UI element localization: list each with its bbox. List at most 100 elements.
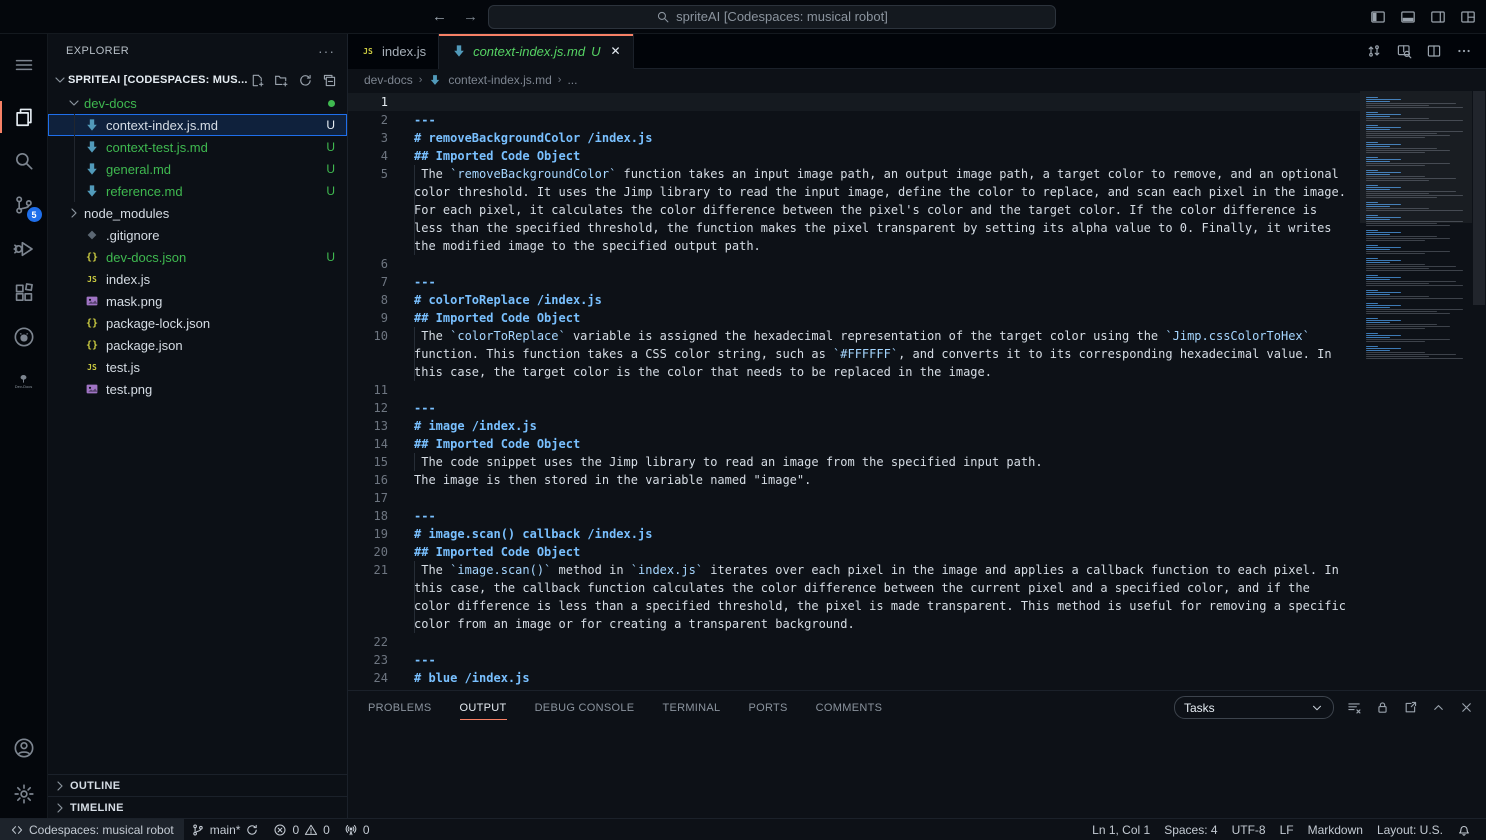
tab-label: index.js [382, 44, 426, 59]
menu-button[interactable] [0, 43, 48, 87]
tree-item-node_modules[interactable]: node_modules [48, 202, 347, 224]
minimap-line [1366, 285, 1463, 286]
split-editor-icon[interactable] [1426, 43, 1442, 59]
close-panel-icon[interactable] [1459, 700, 1474, 715]
notifications[interactable] [1450, 819, 1478, 840]
minimap-line [1366, 253, 1425, 254]
command-center-search[interactable]: spriteAI [Codespaces: musical robot] [488, 5, 1056, 29]
line-number: 9 [348, 309, 414, 327]
minimap-line [1366, 346, 1378, 347]
tree-item-context-test.js.md[interactable]: context-test.js.mdU [48, 136, 347, 158]
toggle-sidebar-icon[interactable] [1370, 9, 1386, 25]
extensions-icon [13, 282, 35, 304]
breadcrumb: dev-docs›context-index.js.md›... [348, 69, 1486, 91]
line-number: 7 [348, 273, 414, 291]
language-mode-text: Markdown [1308, 823, 1363, 837]
editor-line-8: 8# colorToReplace /index.js [348, 291, 1360, 309]
activity-run-debug[interactable] [0, 227, 48, 271]
keyboard-layout[interactable]: Layout: U.S. [1370, 819, 1450, 840]
forwarded-ports[interactable]: 0 [337, 819, 377, 840]
activity-search[interactable] [0, 139, 48, 183]
customize-layout-icon[interactable] [1460, 9, 1476, 25]
line-text: --- [414, 111, 1360, 129]
activity-extensions[interactable] [0, 271, 48, 315]
panel-tab-debug-console[interactable]: DEBUG CONSOLE [535, 691, 635, 724]
line-text: The `colorToReplace` variable is assigne… [414, 327, 1360, 381]
tree-item-test.png[interactable]: test.png [48, 378, 347, 400]
minimap-slider[interactable] [1360, 91, 1472, 223]
workspace-section-header[interactable]: SPRITEAI [CODESPACES: MUS... [48, 68, 347, 92]
tree-item-test.js[interactable]: JStest.js [48, 356, 347, 378]
activity-source-control[interactable]: 5 [0, 183, 48, 227]
timeline-section[interactable]: TIMELINE [48, 796, 347, 818]
tree-item-mask.png[interactable]: mask.png [48, 290, 347, 312]
breadcrumb-item[interactable]: context-index.js.md [448, 73, 551, 87]
git-branch[interactable]: main* [184, 819, 267, 840]
cursor-position[interactable]: Ln 1, Col 1 [1085, 819, 1157, 840]
tree-item-general.md[interactable]: general.mdU [48, 158, 347, 180]
close-tab-icon[interactable]: ✕ [610, 44, 620, 58]
settings-button[interactable] [0, 770, 48, 818]
problems[interactable]: 00 [266, 819, 336, 840]
nav-forward-icon[interactable]: → [463, 8, 478, 25]
output-view[interactable] [348, 724, 1486, 818]
language-mode[interactable]: Markdown [1301, 819, 1370, 840]
indentation[interactable]: Spaces: 4 [1157, 819, 1224, 840]
eol[interactable]: LF [1273, 819, 1301, 840]
line-text [414, 381, 1360, 399]
outline-section[interactable]: OUTLINE [48, 774, 347, 796]
editor[interactable]: 12---3# removeBackgroundColor /index.js4… [348, 91, 1486, 690]
new-folder-icon[interactable] [274, 73, 289, 88]
open-preview-icon[interactable] [1396, 43, 1412, 59]
radio-icon [344, 823, 358, 837]
clear-output-icon[interactable] [1347, 700, 1362, 715]
maximize-panel-icon[interactable] [1431, 700, 1446, 715]
tab-context-index.js.md[interactable]: context-index.js.mdU✕ [439, 34, 633, 69]
open-in-editor-icon[interactable] [1403, 700, 1418, 715]
encoding-text: UTF-8 [1232, 823, 1266, 837]
tree-item-dev-docs.json[interactable]: {}dev-docs.jsonU [48, 246, 347, 268]
tree-item-context-index.js.md[interactable]: context-index.js.mdU [48, 114, 347, 136]
activity-devdocs[interactable]: Dev-Docs [0, 359, 48, 403]
encoding[interactable]: UTF-8 [1225, 819, 1273, 840]
panel-tab-terminal[interactable]: TERMINAL [662, 691, 720, 724]
remote-indicator-text: Codespaces: musical robot [29, 823, 174, 837]
git-branch-text: main* [210, 823, 241, 837]
nav-back-icon[interactable]: ← [432, 8, 447, 25]
explorer-more-actions-icon[interactable]: ··· [318, 43, 335, 59]
modified-dot [328, 100, 335, 107]
breadcrumb-item[interactable]: dev-docs [364, 73, 413, 87]
open-changes-icon[interactable] [1366, 43, 1382, 59]
chevron-right-icon [52, 800, 68, 816]
line-text: # colorToReplace /index.js [414, 291, 1360, 309]
activity-github[interactable] [0, 315, 48, 359]
editor-line-17: 17 [348, 489, 1360, 507]
tab-index.js[interactable]: JSindex.js [348, 34, 439, 69]
more-actions-icon[interactable] [1456, 43, 1472, 59]
editor-scrollbar[interactable] [1472, 91, 1486, 690]
panel-tab-ports[interactable]: PORTS [748, 691, 787, 724]
breadcrumb-item[interactable]: ... [567, 73, 577, 87]
panel-tab-output[interactable]: OUTPUT [460, 691, 507, 724]
tree-item-package-lock.json[interactable]: {}package-lock.json [48, 312, 347, 334]
scrollbar-thumb[interactable] [1473, 91, 1485, 305]
collapse-all-icon[interactable] [322, 73, 337, 88]
remote-indicator[interactable]: Codespaces: musical robot [0, 819, 184, 840]
refresh-icon[interactable] [298, 73, 313, 88]
tree-item-package.json[interactable]: {}package.json [48, 334, 347, 356]
lock-scroll-icon[interactable] [1375, 700, 1390, 715]
tree-item-reference.md[interactable]: reference.mdU [48, 180, 347, 202]
minimap[interactable] [1360, 91, 1472, 690]
tree-item-.gitignore[interactable]: .gitignore [48, 224, 347, 246]
panel-tab-problems[interactable]: PROBLEMS [368, 691, 432, 724]
editor-line-3: 3# removeBackgroundColor /index.js [348, 129, 1360, 147]
new-file-icon[interactable] [250, 73, 265, 88]
output-channel-select[interactable]: Tasks [1174, 696, 1334, 719]
activity-explorer[interactable] [0, 95, 48, 139]
tree-item-dev-docs[interactable]: dev-docs [48, 92, 347, 114]
account-button[interactable] [0, 726, 48, 770]
toggle-secondary-sidebar-icon[interactable] [1430, 9, 1446, 25]
toggle-panel-icon[interactable] [1400, 9, 1416, 25]
panel-tab-comments[interactable]: COMMENTS [816, 691, 883, 724]
tree-item-index.js[interactable]: JSindex.js [48, 268, 347, 290]
